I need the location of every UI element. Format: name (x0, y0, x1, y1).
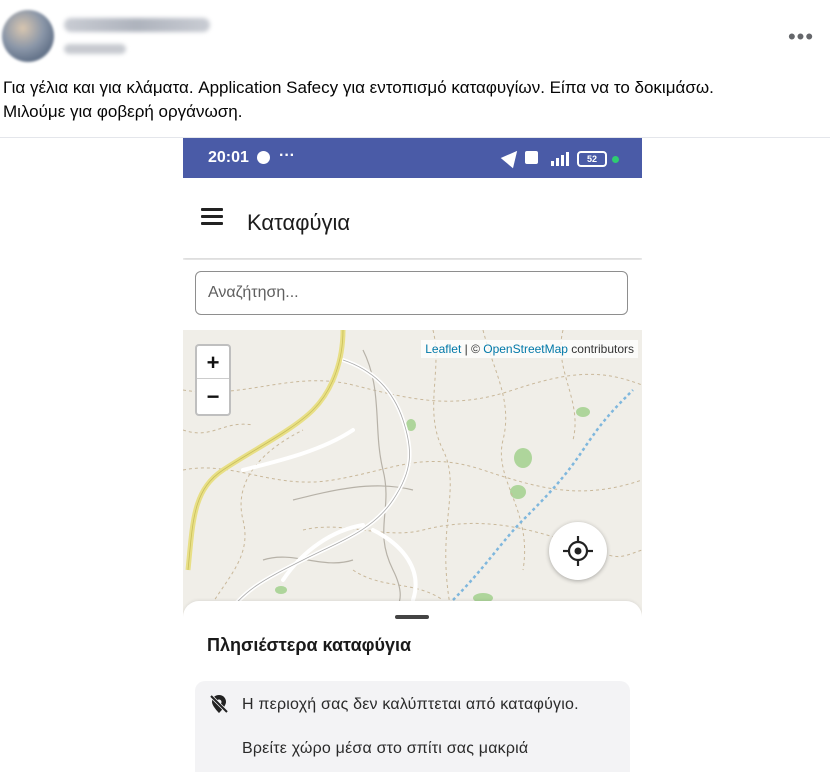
search-input[interactable] (195, 271, 628, 315)
locate-me-button[interactable] (549, 522, 607, 580)
status-bar: 20:01 ··· 52 (183, 138, 642, 178)
info-card: Η περιοχή σας δεν καλύπτεται από καταφύγ… (195, 681, 630, 772)
post-text: Για γέλια και για κλάματα. Application S… (3, 76, 827, 124)
post-text-line: Μιλούμε για φοβερή οργάνωση. (3, 102, 243, 121)
message-icon (525, 151, 538, 164)
crosshair-icon (563, 536, 593, 566)
home-shelter-icon (209, 767, 229, 772)
post-image-phone-screenshot[interactable]: 20:01 ··· 52 Καταφύγια Αναζήτηση... + − … (183, 138, 642, 772)
zoom-out-button[interactable]: − (197, 380, 229, 413)
post-meta-blurred (64, 44, 126, 54)
post-text-line: Για γέλια και για κλάματα. Application S… (3, 78, 714, 97)
status-time: 20:01 (208, 149, 249, 166)
info-advice-text: Βρείτε χώρο μέσα στο σπίτι σας μακριά (242, 740, 529, 757)
battery-icon: 52 (577, 151, 607, 167)
bottom-sheet: Πλησιέστερα καταφύγια Η περιοχή σας δεν … (183, 601, 642, 772)
attribution-separator: | © (461, 342, 484, 356)
author-name-blurred[interactable] (64, 18, 210, 32)
notification-more-icon: ··· (279, 147, 295, 164)
hamburger-menu-icon[interactable] (201, 208, 225, 228)
attribution-tail: contributors (567, 342, 634, 356)
signal-icon (545, 150, 575, 166)
zoom-control: + − (195, 344, 231, 416)
location-arrow-icon (500, 145, 524, 169)
location-off-icon (209, 694, 229, 714)
search-container (183, 260, 642, 330)
sheet-title: Πλησιέστερα καταφύγια (207, 635, 412, 655)
drag-handle[interactable] (395, 615, 429, 619)
privacy-indicator-dot (612, 156, 619, 163)
zoom-in-button[interactable]: + (197, 346, 229, 379)
info-notice-text: Η περιοχή σας δεν καλύπτεται από καταφύγ… (242, 696, 579, 713)
leaflet-link[interactable]: Leaflet (425, 342, 461, 356)
map-attribution: Leaflet | © OpenStreetMap contributors (421, 340, 638, 358)
page-title: Καταφύγια (247, 210, 351, 235)
facebook-icon (257, 151, 270, 164)
app-bar: Καταφύγια (183, 178, 642, 258)
avatar[interactable] (2, 10, 54, 62)
openstreetmap-link[interactable]: OpenStreetMap (483, 342, 568, 356)
post-header: ••• (0, 0, 830, 72)
status-icons: 52 (500, 145, 631, 169)
more-options-button[interactable]: ••• (786, 24, 816, 50)
map-view[interactable]: + − Leaflet | © OpenStreetMap contributo… (183, 330, 642, 620)
